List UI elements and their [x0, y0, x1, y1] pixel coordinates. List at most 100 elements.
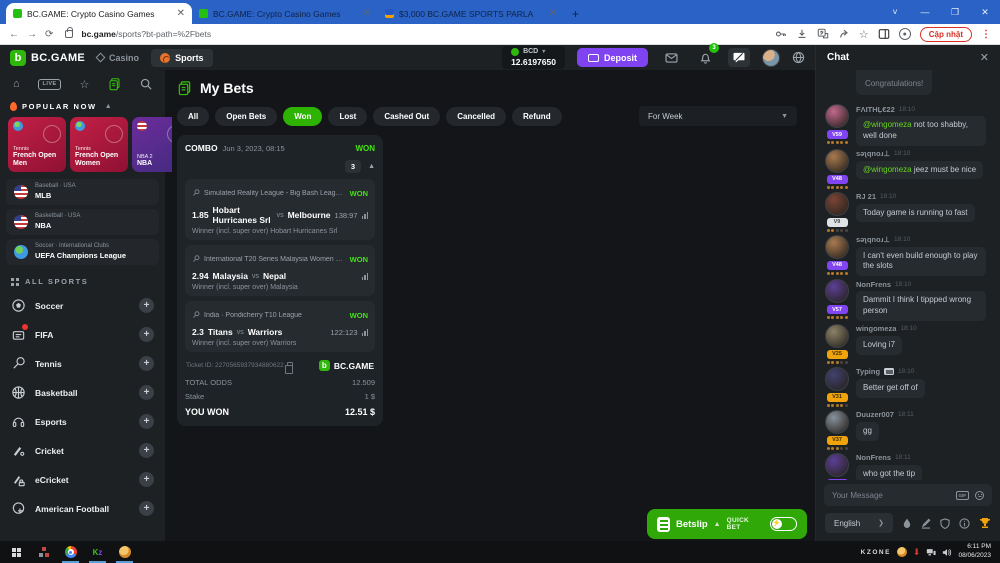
translate-icon[interactable] — [817, 28, 829, 40]
popular-card[interactable]: NBA 2 NBA — [132, 117, 172, 172]
popular-league-item[interactable]: Baseball · USA MLB — [6, 179, 159, 205]
search-icon[interactable] — [140, 78, 152, 90]
window-close-button[interactable]: ✕ — [970, 7, 1000, 18]
chat-avatar[interactable] — [825, 235, 849, 259]
my-bets-icon[interactable] — [108, 77, 121, 91]
sidebar-sport-ecricket[interactable]: eCricket + — [0, 465, 165, 494]
nav-sports[interactable]: Sports — [151, 49, 213, 67]
chat-avatar[interactable] — [825, 192, 849, 216]
rain-icon[interactable] — [902, 518, 912, 529]
network-icon[interactable] — [926, 548, 936, 557]
bookmark-star-icon[interactable]: ☆ — [859, 28, 869, 41]
chat-username[interactable]: NonFrens — [856, 280, 891, 289]
nav-casino[interactable]: Casino — [97, 53, 139, 63]
tray-coin-icon[interactable] — [897, 547, 907, 557]
chat-avatar[interactable] — [825, 324, 849, 348]
filter-refund[interactable]: Refund — [512, 107, 562, 126]
messages-button[interactable] — [660, 48, 682, 67]
period-dropdown[interactable]: For Week▼ — [639, 106, 797, 126]
stats-bars-icon[interactable] — [362, 273, 369, 280]
start-button[interactable] — [3, 541, 30, 563]
trophy-icon[interactable] — [979, 517, 991, 529]
taskbar-app-coin[interactable] — [111, 541, 138, 563]
chat-toggle-button[interactable] — [728, 48, 750, 67]
moderator-icon[interactable] — [940, 518, 950, 529]
share-icon[interactable] — [838, 28, 850, 40]
gif-icon[interactable]: GIF — [956, 491, 970, 500]
browser-tab[interactable]: BC.GAME: Crypto Casino Games ✕ — [192, 3, 378, 24]
bet-leg[interactable]: International T20 Series Malaysia Women … — [185, 245, 375, 296]
live-icon[interactable]: LIVE — [38, 79, 60, 90]
popular-now-header[interactable]: POPULAR NOW ▲ — [0, 97, 165, 115]
emoji-icon[interactable] — [975, 491, 984, 500]
sidebar-sport-cricket[interactable]: Cricket + — [0, 436, 165, 465]
expand-plus-icon[interactable]: + — [139, 501, 154, 516]
mention[interactable]: @wingomeza — [863, 165, 912, 174]
expand-plus-icon[interactable]: + — [139, 327, 154, 342]
bet-leg[interactable]: Simulated Reality League - Big Bash Leag… — [185, 179, 375, 240]
chat-username[interactable]: Typing — [856, 367, 880, 376]
sidebar-sport-fifa[interactable]: FIFA + — [0, 320, 165, 349]
globe-language-icon[interactable] — [792, 51, 805, 64]
expand-plus-icon[interactable]: + — [139, 443, 154, 458]
back-icon[interactable]: ← — [9, 29, 19, 40]
expand-plus-icon[interactable]: + — [139, 385, 154, 400]
info-icon[interactable] — [959, 518, 970, 529]
chat-username[interactable]: RJ 21 — [856, 192, 876, 201]
chat-username[interactable]: sǝʅqnoɹ⊥ — [856, 149, 890, 158]
clock[interactable]: 6:11 PM 08/06/2023 — [958, 543, 991, 561]
user-avatar[interactable] — [762, 49, 780, 67]
expand-plus-icon[interactable]: + — [139, 356, 154, 371]
stats-bars-icon[interactable] — [362, 329, 369, 336]
install-icon[interactable] — [796, 28, 808, 40]
notifications-button[interactable]: 3 — [694, 48, 716, 67]
browser-menu-icon[interactable]: ⋮ — [981, 29, 991, 40]
tray-download-icon[interactable]: ⬇ — [913, 547, 921, 558]
chat-username[interactable]: sǝʅqnoɹ⊥ — [856, 235, 890, 244]
chat-username[interactable]: FΛITHĻ€22 — [856, 105, 895, 114]
filter-lost[interactable]: Lost — [328, 107, 367, 126]
deposit-button[interactable]: Deposit — [577, 48, 648, 67]
volume-icon[interactable] — [942, 548, 952, 557]
chat-avatar[interactable] — [825, 149, 849, 173]
favorites-star-icon[interactable]: ☆ — [79, 78, 89, 91]
taskbar-app-chrome[interactable] — [57, 541, 84, 563]
reload-icon[interactable]: ⟳ — [45, 29, 53, 40]
sidebar-sport-tennis[interactable]: Tennis + — [0, 349, 165, 378]
popular-card[interactable]: Tennis French Open Women — [70, 117, 128, 172]
copy-icon[interactable] — [287, 362, 293, 369]
browser-tab[interactable]: $3,000 BC.GAME SPORTS PARLA ✕ — [378, 3, 564, 24]
bet-card[interactable]: COMBO Jun 3, 2023, 08:15 WON 3 ▲ Simulat… — [177, 135, 383, 426]
expand-plus-icon[interactable]: + — [139, 472, 154, 487]
mention[interactable]: @wingomeza — [863, 120, 912, 129]
chat-username[interactable]: NonFrens — [856, 453, 891, 462]
filter-cashed-out[interactable]: Cashed Out — [373, 107, 440, 126]
url-text[interactable]: bc.game/sports?bt-path=%2Fbets — [81, 29, 211, 39]
filter-open-bets[interactable]: Open Bets — [215, 107, 277, 126]
bcgame-logo[interactable]: b BC.GAME — [10, 50, 85, 66]
stats-bars-icon[interactable] — [362, 212, 369, 219]
window-minimize-button[interactable]: — — [910, 7, 940, 17]
chat-avatar[interactable] — [825, 410, 849, 434]
taskbar-app-kz[interactable]: Kz — [84, 541, 111, 563]
popular-league-item[interactable]: Soccer · International Clubs UEFA Champi… — [6, 239, 159, 265]
window-maximize-button[interactable]: ❐ — [940, 7, 970, 18]
expand-plus-icon[interactable]: + — [139, 298, 154, 313]
home-icon[interactable]: ⌂ — [13, 78, 20, 90]
filter-won[interactable]: Won — [283, 107, 322, 126]
expand-plus-icon[interactable]: + — [139, 414, 154, 429]
popular-league-item[interactable]: Basketball · USA NBA — [6, 209, 159, 235]
collapse-bet-icon[interactable]: ▲ — [368, 163, 375, 170]
quick-bet-toggle[interactable]: ⚡ — [770, 517, 797, 531]
chat-close-icon[interactable]: ✕ — [980, 51, 989, 64]
chat-avatar[interactable] — [825, 104, 849, 128]
chat-rules-icon[interactable] — [921, 518, 931, 529]
filter-all[interactable]: All — [177, 107, 209, 126]
tab-close-icon[interactable]: ✕ — [177, 8, 185, 19]
password-key-icon[interactable] — [775, 28, 787, 40]
sidebar-sport-basketball[interactable]: Basketball + — [0, 378, 165, 407]
bet-leg[interactable]: India · Pondicherry T10 League WON 2.3 T… — [185, 301, 375, 352]
chat-avatar[interactable] — [825, 367, 849, 391]
browser-profile-icon[interactable]: ● — [899, 28, 911, 40]
wallet-selector[interactable]: BCD▾ 12.6197650 — [502, 46, 565, 69]
